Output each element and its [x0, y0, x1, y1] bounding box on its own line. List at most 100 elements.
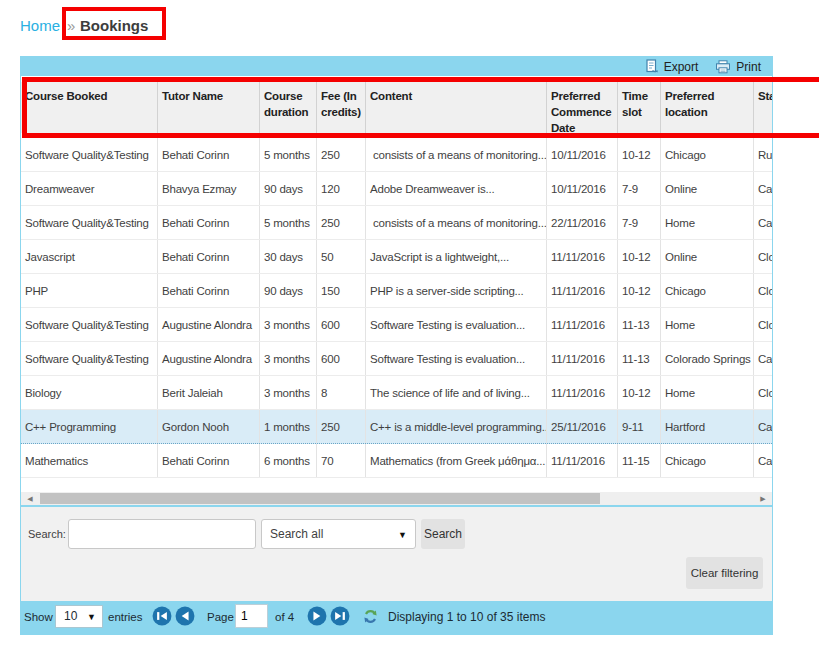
cell-commence_date: 10/11/2016: [546, 138, 617, 171]
table-row[interactable]: PHPBehati Corinn90 days150PHP is a serve…: [21, 274, 772, 308]
cell-content: Adobe Dreamweaver is...: [365, 172, 546, 205]
pagination-footer: Show 10 ▼ entries Page of 4: [21, 601, 772, 634]
cell-course: Javascript: [21, 240, 157, 273]
table-body: Software Quality&TestingBehati Corinn5 m…: [21, 138, 772, 478]
cell-tutor: Behati Corinn: [157, 206, 259, 239]
table-row[interactable]: Software Quality&TestingAugustine Alondr…: [21, 342, 772, 376]
column-header-tutor[interactable]: Tutor Name: [157, 82, 259, 133]
export-icon: [644, 59, 659, 74]
column-header-commence_date[interactable]: Preferred Commence Date: [546, 82, 617, 133]
cell-time_slot: 7-9: [617, 172, 660, 205]
table-row[interactable]: JavascriptBehati Corinn30 days50JavaScri…: [21, 240, 772, 274]
cell-content: consists of a means of monitoring...: [365, 138, 546, 171]
cell-commence_date: 11/11/2016: [546, 342, 617, 375]
cell-commence_date: 10/11/2016: [546, 172, 617, 205]
cell-time_slot: 7-9: [617, 206, 660, 239]
export-button[interactable]: Export: [644, 59, 699, 74]
next-page-button[interactable]: [307, 606, 327, 626]
cell-duration: 3 months: [259, 376, 316, 409]
cell-fee: 8: [316, 376, 365, 409]
column-header-location[interactable]: Preferred location: [660, 82, 753, 133]
page-count-label: of 4: [275, 601, 294, 634]
cell-content: Software Testing is evaluation...: [365, 342, 546, 375]
cell-location: Online: [660, 172, 753, 205]
table-row[interactable]: MathematicsBehati Corinn6 months70Mathem…: [21, 444, 772, 478]
cell-status: Cancelled: [753, 444, 772, 477]
print-icon: [715, 60, 731, 74]
cell-fee: 70: [316, 444, 365, 477]
search-input[interactable]: [68, 519, 256, 549]
cell-time_slot: 9-11: [617, 410, 660, 443]
cell-tutor: Augustine Alondra: [157, 342, 259, 375]
column-header-content[interactable]: Content: [365, 82, 546, 133]
entries-label: entries: [108, 601, 143, 634]
cell-tutor: Berit Jaleiah: [157, 376, 259, 409]
search-button[interactable]: Search: [421, 519, 465, 549]
cell-location: Chicago: [660, 444, 753, 477]
cell-fee: 150: [316, 274, 365, 307]
column-header-course[interactable]: Course Booked: [21, 82, 157, 133]
table-row[interactable]: Software Quality&TestingBehati Corinn5 m…: [21, 138, 772, 172]
cell-fee: 120: [316, 172, 365, 205]
cell-duration: 90 days: [259, 172, 316, 205]
cell-location: Hartford: [660, 410, 753, 443]
cell-content: Software Testing is evaluation...: [365, 308, 546, 341]
cell-tutor: Augustine Alondra: [157, 308, 259, 341]
table-row[interactable]: DreamweaverBhavya Ezmay90 days120Adobe D…: [21, 172, 772, 206]
scrollbar-thumb[interactable]: [40, 493, 600, 504]
cell-commence_date: 11/11/2016: [546, 308, 617, 341]
column-header-status[interactable]: Status: [753, 82, 772, 133]
cell-course: Software Quality&Testing: [21, 206, 157, 239]
cell-course: Software Quality&Testing: [21, 342, 157, 375]
cell-commence_date: 11/11/2016: [546, 376, 617, 409]
cell-course: C++ Programming: [21, 410, 157, 443]
print-button[interactable]: Print: [715, 60, 761, 74]
first-page-button[interactable]: [152, 606, 172, 626]
table-row[interactable]: BiologyBerit Jaleiah3 months8The science…: [21, 376, 772, 410]
last-page-button[interactable]: [330, 606, 350, 626]
show-label: Show: [24, 601, 53, 634]
breadcrumb-separator: »: [67, 17, 75, 34]
cell-content: The science of life and of living...: [365, 376, 546, 409]
cell-location: Colorado Springs: [660, 342, 753, 375]
table-row[interactable]: Software Quality&TestingBehati Corinn5 m…: [21, 206, 772, 240]
previous-page-button[interactable]: [175, 606, 195, 626]
cell-duration: 3 months: [259, 308, 316, 341]
cell-status: Closed: [753, 240, 772, 273]
cell-fee: 50: [316, 240, 365, 273]
breadcrumb-current: Bookings: [80, 17, 148, 34]
cell-fee: 250: [316, 206, 365, 239]
cell-course: Software Quality&Testing: [21, 308, 157, 341]
cell-time_slot: 10-12: [617, 240, 660, 273]
cell-duration: 1 months: [259, 410, 316, 443]
cell-duration: 3 months: [259, 342, 316, 375]
table-row[interactable]: C++ ProgrammingGordon Nooh1 months250C++…: [21, 410, 772, 444]
cell-content: JavaScript is a lightweight,...: [365, 240, 546, 273]
print-label: Print: [736, 60, 761, 74]
cell-commence_date: 11/11/2016: [546, 444, 617, 477]
column-header-time_slot[interactable]: Time slot: [617, 82, 660, 133]
column-header-fee[interactable]: Fee (In credits): [316, 82, 365, 133]
cell-location: Home: [660, 376, 753, 409]
column-header-duration[interactable]: Course duration: [259, 82, 316, 133]
refresh-icon[interactable]: [362, 608, 379, 625]
cell-tutor: Behati Corinn: [157, 444, 259, 477]
scroll-right-arrow-icon[interactable]: ▶: [756, 492, 770, 505]
scroll-left-arrow-icon[interactable]: ◀: [23, 492, 37, 505]
page-label: Page: [207, 601, 234, 634]
search-filter-value: Search all: [270, 527, 323, 541]
clear-filtering-button[interactable]: Clear filtering: [686, 557, 763, 589]
search-label: Search:: [28, 519, 66, 549]
page-number-input[interactable]: [235, 604, 268, 628]
table-row[interactable]: Software Quality&TestingAugustine Alondr…: [21, 308, 772, 342]
cell-location: Home: [660, 206, 753, 239]
horizontal-scrollbar[interactable]: ◀ ▶: [21, 492, 772, 505]
export-label: Export: [664, 60, 699, 74]
search-filter-select[interactable]: Search all ▼: [261, 519, 416, 549]
cell-course: Mathematics: [21, 444, 157, 477]
cell-commence_date: 22/11/2016: [546, 206, 617, 239]
cell-tutor: Behati Corinn: [157, 274, 259, 307]
breadcrumb-home-link[interactable]: Home: [20, 17, 60, 34]
entries-per-page-select[interactable]: 10 ▼: [55, 605, 103, 628]
cell-commence_date: 11/11/2016: [546, 274, 617, 307]
